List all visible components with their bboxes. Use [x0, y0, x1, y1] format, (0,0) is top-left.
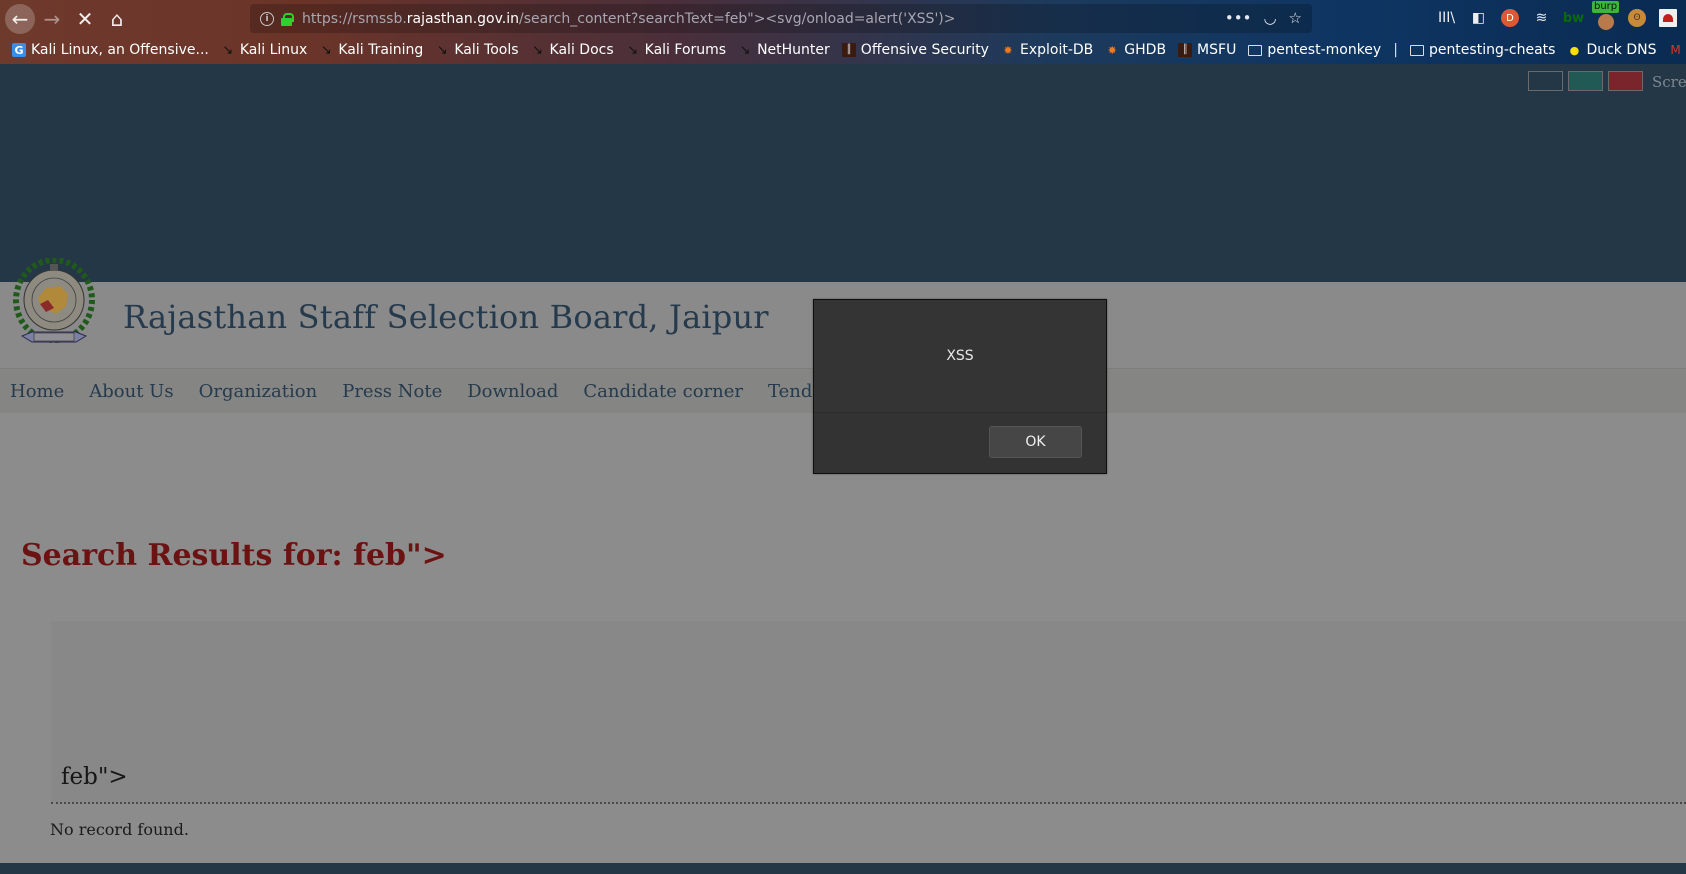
more-actions-icon[interactable]: •••: [1225, 9, 1252, 27]
bookmark-label: Kali Forums: [644, 42, 727, 58]
offsec-icon: ║: [841, 43, 856, 57]
sidebar-icon[interactable]: ◧: [1467, 6, 1490, 30]
bookmark-label: Duck DNS: [1586, 42, 1657, 58]
back-button[interactable]: ←: [5, 4, 35, 34]
url-prefix: https://rsmssb.: [302, 10, 407, 27]
folder-icon: [1409, 44, 1424, 56]
alert-message: XSS: [946, 348, 974, 364]
offsec-icon: ║: [1178, 43, 1193, 57]
url-host: rajasthan.gov.in: [406, 10, 520, 27]
nav-press-note[interactable]: Press Note: [342, 381, 442, 402]
query-echo: feb">: [61, 764, 128, 790]
nav-download[interactable]: Download: [467, 381, 558, 402]
privacy-badger-icon[interactable]: ≋: [1530, 6, 1553, 30]
nav-home[interactable]: Home: [10, 381, 64, 402]
bookmark-label: Kali Linux, an Offensive...: [31, 42, 209, 58]
nav-about-us[interactable]: About Us: [89, 381, 173, 402]
alert-dialog: XSS OK: [813, 299, 1107, 474]
bookmark-offensive-security[interactable]: ║ Offensive Security: [841, 42, 989, 58]
bookmark-folder-pentesting-cheats[interactable]: pentesting-cheats: [1409, 42, 1556, 58]
bookmark-folder-pentest-monkey[interactable]: pentest-monkey: [1248, 42, 1381, 58]
bookmark-nethunter[interactable]: ↘ NetHunter: [738, 42, 830, 58]
bookmark-label: NetHunter: [757, 42, 830, 58]
theme-swatch-red[interactable]: [1608, 71, 1643, 91]
duckduckgo-icon[interactable]: D: [1501, 9, 1519, 27]
gmail-icon: M: [1670, 43, 1681, 57]
alert-message-area: XSS: [814, 300, 1106, 412]
bookmark-star-icon[interactable]: ☆: [1289, 9, 1302, 27]
rsssb-emblem-logo[interactable]: [8, 258, 100, 350]
duck-icon: ●: [1569, 43, 1580, 57]
bookmark-kali-training[interactable]: ↘ Kali Training: [319, 42, 423, 58]
alert-ok-button[interactable]: OK: [989, 426, 1082, 458]
bookmark-inbox[interactable]: MInbox (: [1669, 42, 1686, 58]
kali-dragon-icon: ↘: [627, 42, 639, 58]
theme-swatch-dark[interactable]: [1528, 71, 1563, 91]
url-text[interactable]: https://rsmssb.rajasthan.gov.in/search_c…: [302, 11, 955, 27]
screen-reader-link[interactable]: Scre: [1652, 73, 1686, 91]
dotted-divider: [51, 802, 1686, 804]
stop-button[interactable]: ✕: [70, 4, 100, 34]
arrow-left-icon: ←: [11, 7, 29, 31]
bookmark-kali-tools[interactable]: ↘ Kali Tools: [435, 42, 519, 58]
theme-swatch-teal[interactable]: [1568, 71, 1603, 91]
bookmark-kali-offensive[interactable]: G Kali Linux, an Offensive...: [12, 42, 209, 58]
no-record-message: No record found.: [50, 820, 189, 839]
bookmark-kali-docs[interactable]: ↘ Kali Docs: [531, 42, 614, 58]
burp-icon[interactable]: burp: [1592, 1, 1620, 30]
nav-organization[interactable]: Organization: [199, 381, 318, 402]
bookmark-label: Offensive Security: [860, 42, 989, 58]
site-title: Rajasthan Staff Selection Board, Jaipur: [123, 298, 769, 336]
home-button[interactable]: ⌂: [102, 4, 132, 34]
bookmark-label: pentesting-cheats: [1428, 42, 1556, 58]
burp-ring: [1597, 14, 1614, 30]
bookmark-exploit-db[interactable]: ✸ Exploit-DB: [1001, 42, 1093, 58]
bookmark-label: Kali Linux: [239, 42, 308, 58]
bookmark-label: Kali Training: [338, 42, 424, 58]
alert-divider: [814, 412, 1106, 413]
page-header: Scre: [0, 64, 1686, 282]
page-footer: [0, 863, 1686, 874]
bookmarks-bar: G Kali Linux, an Offensive... ↘ Kali Linux…: [0, 37, 1686, 63]
bookmark-separator: |: [1393, 42, 1398, 58]
bookmark-duck-dns[interactable]: ● Duck DNS: [1567, 42, 1657, 58]
google-icon: G: [12, 43, 26, 57]
bug-icon: ✸: [1003, 43, 1013, 57]
screen-icon[interactable]: [1659, 9, 1677, 27]
home-icon: ⌂: [110, 7, 124, 31]
lock-icon[interactable]: [281, 12, 294, 26]
pocket-icon[interactable]: ◡: [1263, 9, 1276, 27]
bookmark-kali-forums[interactable]: ↘ Kali Forums: [626, 42, 726, 58]
search-result-panel: feb">: [51, 621, 1686, 802]
bookmark-label: GHDB: [1124, 42, 1167, 58]
bug-icon: ✸: [1107, 43, 1117, 57]
address-bar[interactable]: i https://rsmssb.rajasthan.gov.in/search…: [250, 4, 1312, 33]
kali-dragon-icon: ↘: [739, 42, 751, 58]
browser-toolbar: ← → ✕ ⌂ i https://rsmssb.rajasthan.gov.i…: [0, 0, 1686, 64]
burp-badge: burp: [1592, 1, 1620, 13]
bookmark-msfu[interactable]: ║ MSFU: [1178, 42, 1236, 58]
bookmark-kali-linux[interactable]: ↘ Kali Linux: [221, 42, 307, 58]
bookmark-ghdb[interactable]: ✸ GHDB: [1105, 42, 1166, 58]
bookmark-label: Exploit-DB: [1019, 42, 1094, 58]
kali-dragon-icon: ↘: [532, 42, 543, 58]
builtwith-icon[interactable]: bw: [1562, 6, 1585, 30]
bookmark-label: MSFU: [1197, 42, 1237, 58]
bookmark-label: pentest-monkey: [1267, 42, 1382, 58]
bookmark-label: Kali Tools: [454, 42, 519, 58]
arrow-right-icon: →: [43, 7, 61, 31]
kali-dragon-icon: ↘: [222, 42, 234, 58]
bookmark-label: Kali Docs: [549, 42, 614, 58]
search-results-title: Search Results for: feb">: [21, 538, 447, 573]
kali-dragon-icon: ↘: [320, 42, 332, 58]
library-icon[interactable]: III\: [1435, 6, 1458, 30]
tampermonkey-icon[interactable]: ʘ: [1628, 9, 1646, 27]
nav-candidate-corner[interactable]: Candidate corner: [583, 381, 743, 402]
kali-dragon-icon: ↘: [436, 42, 448, 58]
forward-button[interactable]: →: [37, 4, 67, 34]
url-path: /search_content?searchText=feb"><svg/onl…: [519, 10, 956, 27]
folder-icon: [1248, 44, 1263, 56]
close-icon: ✕: [76, 7, 94, 31]
info-icon[interactable]: i: [260, 11, 274, 26]
